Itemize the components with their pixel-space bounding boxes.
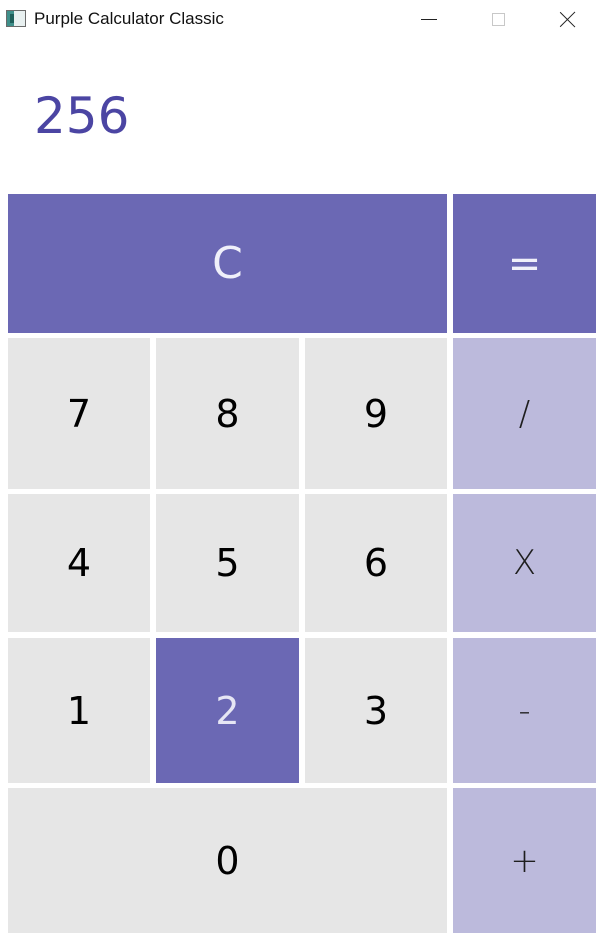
- digit-4-button[interactable]: 4: [8, 494, 150, 632]
- digit-5-button[interactable]: 5: [156, 494, 299, 632]
- add-button[interactable]: +: [453, 788, 596, 933]
- divide-label: /: [518, 393, 531, 434]
- digit-0-button[interactable]: 0: [8, 788, 447, 933]
- clear-button[interactable]: C: [8, 194, 447, 333]
- digit-1-label: 1: [66, 688, 92, 733]
- digit-7-label: 7: [66, 391, 92, 436]
- digit-2-button[interactable]: 2: [156, 638, 299, 783]
- divide-button[interactable]: /: [453, 338, 596, 489]
- window-title: Purple Calculator Classic: [34, 9, 224, 28]
- title-bar[interactable]: Purple Calculator Classic: [0, 0, 600, 40]
- minimize-icon: [421, 18, 437, 20]
- digit-8-label: 8: [215, 391, 240, 436]
- close-button[interactable]: [545, 0, 591, 40]
- result-display: 256: [34, 87, 130, 145]
- digit-7-button[interactable]: 7: [8, 338, 150, 489]
- digit-9-button[interactable]: 9: [305, 338, 447, 489]
- equals-button[interactable]: =: [453, 194, 596, 333]
- digit-4-label: 4: [66, 541, 92, 585]
- calculator-window: Purple Calculator Classic 256 C = 7 8 9 …: [0, 0, 600, 937]
- calculator-app-icon: [6, 10, 26, 27]
- digit-5-label: 5: [215, 541, 240, 585]
- digit-6-button[interactable]: 6: [305, 494, 447, 632]
- subtract-label: -: [518, 690, 531, 731]
- clear-label: C: [212, 237, 243, 289]
- digit-6-label: 6: [363, 541, 389, 585]
- minimize-button[interactable]: [406, 0, 452, 40]
- multiply-button[interactable]: X: [453, 494, 596, 632]
- close-icon: [560, 11, 576, 27]
- digit-9-label: 9: [363, 391, 389, 436]
- digit-3-label: 3: [363, 688, 389, 733]
- digit-3-button[interactable]: 3: [305, 638, 447, 783]
- maximize-button[interactable]: [475, 0, 521, 40]
- equals-label: =: [507, 240, 542, 287]
- multiply-label: X: [512, 543, 537, 583]
- add-label: +: [510, 840, 539, 881]
- subtract-button[interactable]: -: [453, 638, 596, 783]
- digit-0-label: 0: [215, 838, 240, 883]
- digit-1-button[interactable]: 1: [8, 638, 150, 783]
- digit-8-button[interactable]: 8: [156, 338, 299, 489]
- maximize-icon: [491, 12, 505, 26]
- digit-2-label: 2: [215, 688, 240, 733]
